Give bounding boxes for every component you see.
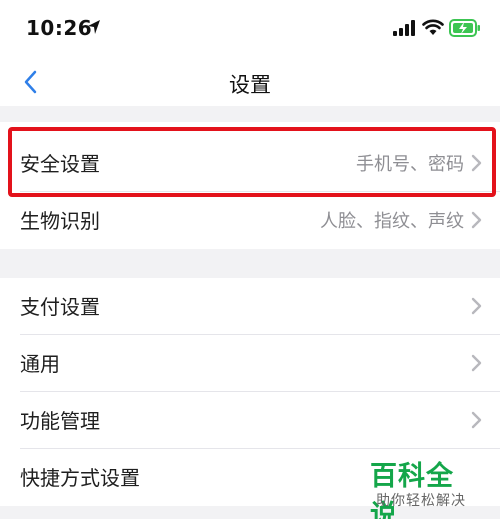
settings-row-biometrics[interactable]: 生物识别 人脸、指纹、声纹 — [0, 192, 500, 249]
location-arrow-icon — [88, 20, 100, 34]
status-bar: 10:26 — [0, 0, 500, 58]
battery-charging-icon — [449, 19, 480, 37]
settings-row-label: 生物识别 — [20, 209, 100, 233]
section-gap — [0, 249, 500, 278]
settings-row-security[interactable]: 安全设置 手机号、密码 — [0, 122, 500, 192]
page-title: 设置 — [229, 73, 271, 97]
settings-row-label: 支付设置 — [20, 295, 100, 319]
settings-group-security: 安全设置 手机号、密码 生物识别 人脸、指纹、声纹 — [0, 122, 500, 249]
chevron-right-icon — [471, 297, 482, 315]
settings-group-general: 支付设置 通用 功能管理 快捷方式设置 — [0, 278, 500, 506]
settings-row-label: 功能管理 — [20, 409, 100, 433]
chevron-right-icon — [471, 154, 482, 172]
settings-row-value: 人脸、指纹、声纹 — [320, 211, 464, 232]
cellular-signal-icon — [393, 20, 415, 36]
chevron-right-icon — [471, 411, 482, 429]
settings-row-general[interactable]: 通用 — [0, 335, 500, 392]
settings-row-label: 通用 — [20, 352, 60, 376]
settings-row-value: 手机号、密码 — [356, 154, 464, 175]
chevron-right-icon — [471, 354, 482, 372]
settings-row-feature-management[interactable]: 功能管理 — [0, 392, 500, 449]
settings-row-label: 快捷方式设置 — [20, 466, 140, 490]
wifi-icon — [422, 19, 444, 35]
status-time: 10:26 — [26, 16, 93, 40]
settings-row-label: 安全设置 — [20, 152, 100, 176]
nav-bar: 设置 — [0, 58, 500, 106]
settings-row-payment[interactable]: 支付设置 — [0, 278, 500, 335]
section-gap — [0, 106, 500, 122]
section-gap — [0, 506, 500, 519]
chevron-right-icon — [471, 211, 482, 229]
settings-row-shortcuts[interactable]: 快捷方式设置 — [0, 449, 500, 506]
